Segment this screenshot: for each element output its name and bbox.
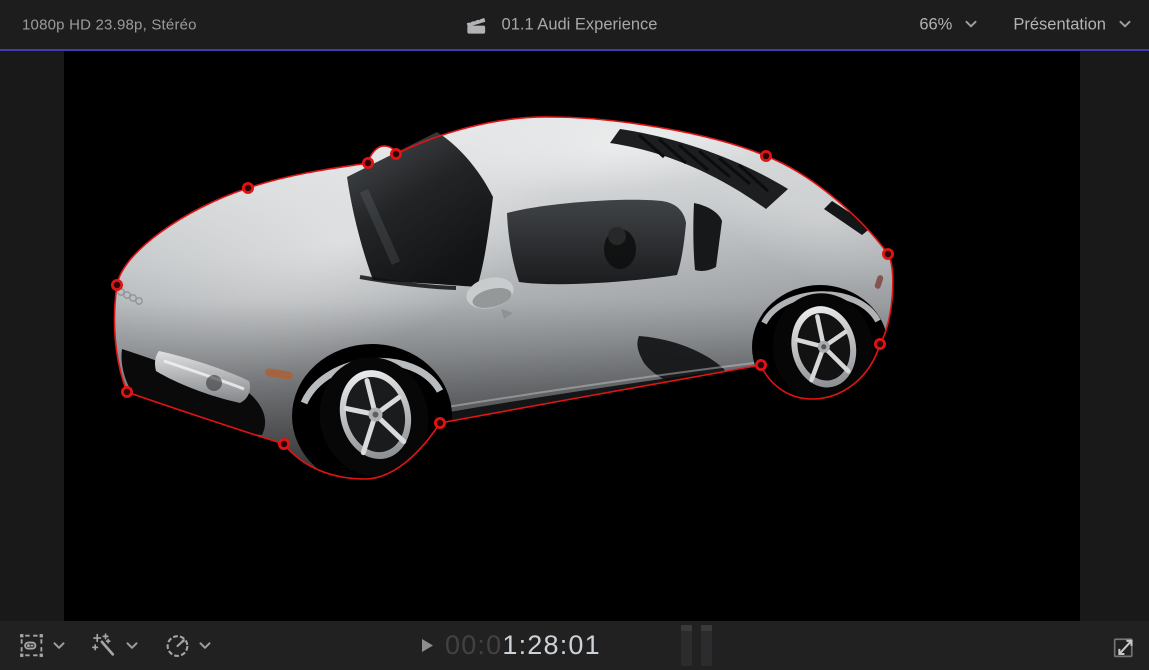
zoom-level-value: 66% (919, 15, 952, 34)
transform-crop-icon (18, 632, 45, 659)
play-button[interactable] (421, 638, 434, 653)
mask-control-point[interactable] (122, 387, 131, 396)
video-canvas[interactable] (64, 51, 1080, 621)
mask-control-point[interactable] (761, 151, 770, 160)
viewer-bottom-bar: 00:01:28:01 (0, 621, 1149, 670)
chevron-down-icon (965, 21, 977, 29)
viewer-area (0, 51, 1149, 621)
video-frame (64, 51, 1080, 621)
mask-control-point[interactable] (875, 339, 884, 348)
chevron-down-icon (1119, 21, 1131, 29)
mask-control-point[interactable] (435, 418, 444, 427)
clapperboard-icon (464, 15, 487, 34)
expand-viewer-button[interactable] (1110, 632, 1138, 660)
play-icon (421, 638, 434, 653)
clip-format-label: 1080p HD 23.98p, Stéréo (22, 16, 197, 33)
audio-meters-button[interactable] (681, 625, 712, 666)
mask-control-point[interactable] (883, 249, 892, 258)
magic-wand-icon (91, 632, 118, 659)
timecode-current: 1:28:01 (502, 630, 600, 660)
viewer-tool-menus (18, 621, 211, 670)
viewer-top-bar: 1080p HD 23.98p, Stéréo 01.1 Audi Experi… (0, 0, 1149, 51)
top-bar-menus: 66% Présentation (919, 15, 1131, 34)
chevron-down-icon (126, 642, 138, 650)
speedometer-icon (164, 632, 191, 659)
mask-control-point[interactable] (363, 158, 372, 167)
mask-control-point[interactable] (279, 439, 288, 448)
enhancements-menu-button[interactable] (91, 632, 138, 659)
audio-meter-right (701, 625, 712, 666)
retime-menu-button[interactable] (164, 632, 211, 659)
expand-icon (1110, 632, 1138, 660)
mask-control-point[interactable] (756, 360, 765, 369)
view-menu[interactable]: Présentation (1013, 15, 1131, 34)
timecode-hours: 00:0 (445, 630, 502, 660)
audio-meter-left (681, 625, 692, 666)
chevron-down-icon (199, 642, 211, 650)
view-menu-label: Présentation (1013, 15, 1106, 34)
zoom-level-menu[interactable]: 66% (919, 15, 977, 34)
mask-control-point[interactable] (243, 183, 252, 192)
mask-control-point[interactable] (391, 149, 400, 158)
timecode-display[interactable]: 00:01:28:01 (445, 630, 601, 661)
transport-controls: 00:01:28:01 (421, 621, 601, 670)
clip-title-group: 01.1 Audi Experience (464, 15, 658, 34)
transform-menu-button[interactable] (18, 632, 65, 659)
mask-control-point[interactable] (112, 280, 121, 289)
clip-title: 01.1 Audi Experience (502, 15, 658, 34)
chevron-down-icon (53, 642, 65, 650)
